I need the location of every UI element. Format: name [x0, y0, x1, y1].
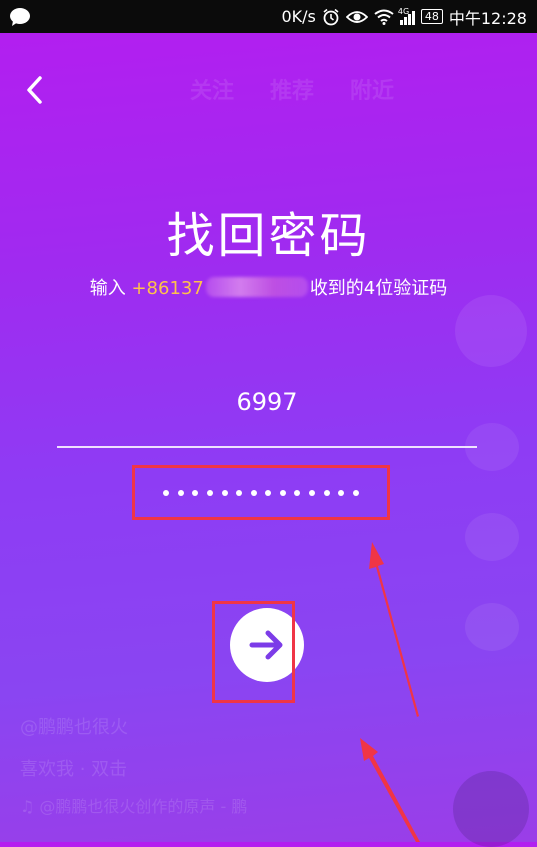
background-avatar [455, 295, 527, 367]
next-button[interactable] [230, 608, 304, 682]
background-music-disc [453, 771, 529, 847]
instruction-prefix: 输入 [89, 278, 132, 299]
password-dot [192, 489, 199, 496]
background-share-icon [465, 603, 519, 651]
password-dot [338, 489, 345, 496]
background-tabs: 关注 推荐 附近 [190, 73, 394, 105]
battery-indicator: 48 [420, 9, 443, 24]
background-music: ♫ @鹏鹏也很火创作的原声 - 鹏 [20, 797, 248, 816]
annotation-arrow-lower [360, 738, 420, 842]
phone-number: +86137 [131, 278, 204, 299]
back-button[interactable] [18, 72, 54, 108]
cell-signal-icon: 4G [397, 6, 415, 25]
verification-code-value: 6997 [236, 388, 298, 416]
password-input[interactable] [132, 465, 390, 520]
password-dot [265, 489, 272, 496]
password-dot [352, 489, 359, 496]
wifi-icon [374, 9, 394, 25]
background-tab: 附近 [350, 79, 395, 104]
password-dot [177, 489, 184, 496]
password-dot [279, 489, 286, 496]
chevron-left-icon [27, 76, 42, 104]
arrow-right-icon [249, 630, 283, 660]
verification-code-input[interactable]: 6997 [57, 380, 477, 448]
password-dot [250, 489, 257, 496]
page-title: 找回密码 [166, 208, 371, 264]
chat-notification-icon [9, 7, 31, 31]
status-bar: 0K/s 4G 48 中午12:28 [0, 0, 537, 33]
annotation-arrow-upper [369, 542, 419, 717]
password-dot [221, 489, 228, 496]
background-comment-icon [465, 513, 519, 561]
instruction-suffix: 收到的4位验证码 [309, 278, 448, 299]
password-dot [206, 489, 213, 496]
background-tab: 关注 [190, 79, 235, 104]
network-type: 4G [397, 6, 410, 16]
input-underline [57, 446, 477, 448]
password-dot [236, 489, 243, 496]
password-dot [294, 489, 301, 496]
eye-icon [345, 10, 368, 23]
clock: 中午12:28 [448, 8, 527, 28]
network-speed: 0K/s [281, 7, 316, 26]
status-indicators: 0K/s 4G 48 中午12:28 [281, 0, 527, 33]
password-dot [323, 489, 330, 496]
background-username: @鹏鹏也很火 [20, 717, 128, 738]
password-dot [309, 489, 316, 496]
background-caption: 喜欢我 · 双击 [20, 759, 128, 780]
alarm-icon [323, 8, 339, 25]
background-tab: 推荐 [270, 79, 315, 104]
phone-number-redaction [205, 277, 308, 297]
password-dot [163, 489, 170, 496]
instruction-text: 输入 +86137 收到的4位验证码 [0, 274, 537, 300]
